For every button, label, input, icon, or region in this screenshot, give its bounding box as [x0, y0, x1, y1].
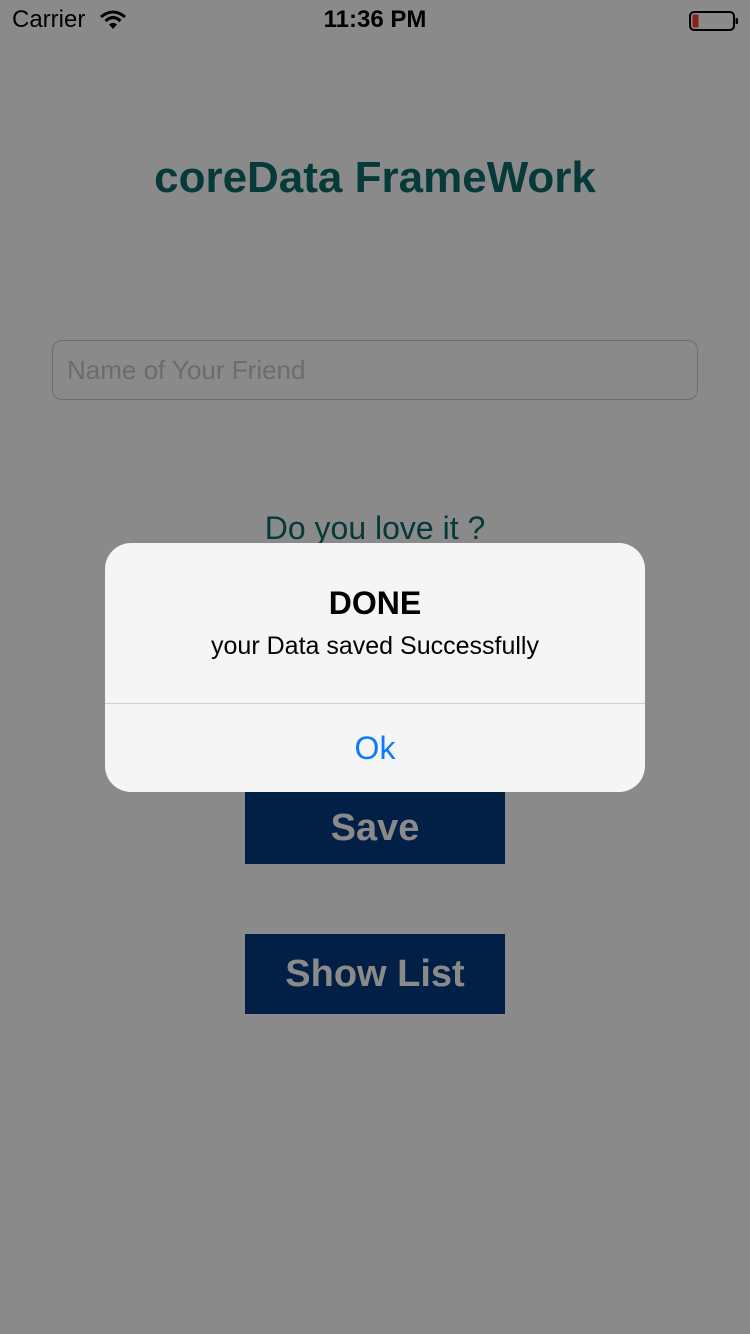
alert-dialog: DONE your Data saved Successfully Ok: [105, 543, 645, 792]
alert-title: DONE: [328, 585, 422, 621]
alert-message: your Data saved Successfully: [211, 632, 539, 660]
ok-button[interactable]: Ok: [105, 704, 645, 792]
